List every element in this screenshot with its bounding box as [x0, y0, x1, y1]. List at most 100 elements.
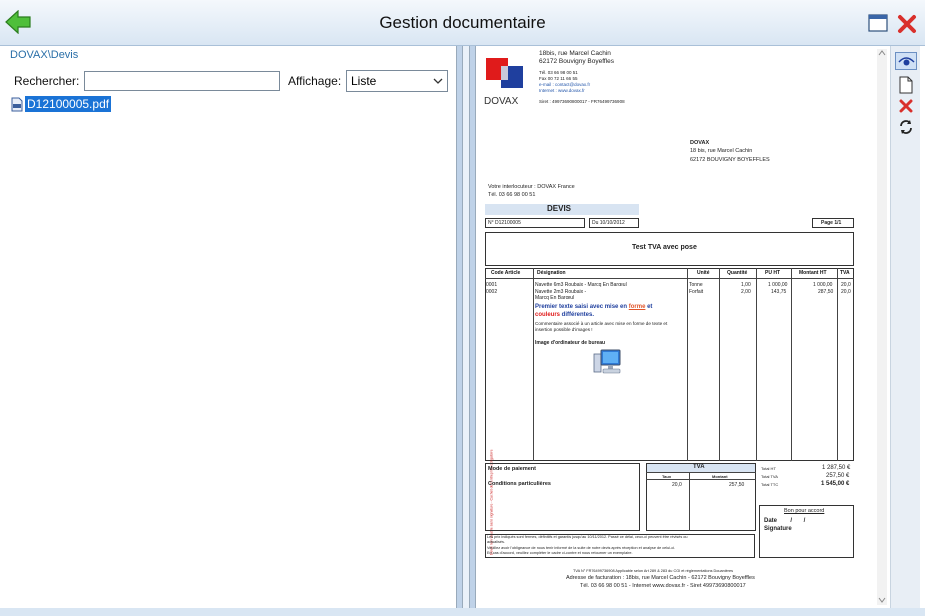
- note-line: actualisés.: [487, 540, 505, 544]
- agreement-date: Date / /: [764, 518, 806, 524]
- recipient-address2: 62172 BOUVIGNY BOYEFFLES: [690, 157, 770, 163]
- special-conditions: Conditions particulières: [488, 481, 551, 487]
- vertical-scrollbar[interactable]: [877, 49, 887, 605]
- table-col-rule: [687, 268, 688, 461]
- company-tel: Tél. 03 66 98 00 51: [539, 70, 578, 75]
- viewer-toolbar: [890, 46, 920, 608]
- delete-button[interactable]: [899, 99, 913, 113]
- tva-rate: 20,0: [672, 482, 682, 488]
- tva-col-rate: Taux: [662, 474, 672, 479]
- table-col-rule: [719, 268, 720, 461]
- tva-col-rule: [689, 472, 690, 531]
- total-tva-label: Total TVA: [761, 474, 778, 479]
- scroll-up-icon[interactable]: [878, 50, 886, 56]
- image-caption: Image d'ordinateur de bureau: [535, 340, 606, 346]
- row2-unit: Forfait: [689, 289, 704, 295]
- company-email: e-mail : contact@dovax.fr: [539, 82, 591, 87]
- contact-line1: Votre interlocuteur : DOVAX France: [488, 184, 575, 190]
- rich-text-forme: forme: [628, 304, 646, 310]
- title-bar: Gestion documentaire: [0, 0, 925, 46]
- row2-qty: 2,00: [741, 289, 751, 295]
- eye-icon: [898, 57, 915, 66]
- new-page-icon: [899, 76, 913, 94]
- rich-text-part2: et: [645, 304, 653, 310]
- agreement-title: Bon pour accord: [784, 508, 825, 514]
- view-select-value: Liste: [351, 74, 377, 88]
- delete-icon: [899, 99, 913, 113]
- rich-text-line2: couleurs différentes.: [535, 312, 594, 320]
- rich-text-couleurs: couleurs: [535, 312, 561, 318]
- row2-tva: 20,0: [841, 289, 851, 295]
- total-ttc-value: 1 545,00 €: [821, 481, 850, 487]
- row1-unit: Tonne: [689, 282, 703, 288]
- total-ht-value: 1 287,50 €: [822, 465, 851, 471]
- company-fax: Fax 00 72 11 66 55: [539, 76, 578, 81]
- col-designation: Désignation: [537, 270, 566, 276]
- chevron-down-icon: [433, 78, 443, 84]
- view-label: Affichage:: [288, 74, 342, 88]
- col-pu: PU HT: [765, 270, 780, 276]
- col-qty: Quantité: [727, 270, 748, 276]
- note-line: Les prix indiqués sont fermes, définitif…: [487, 535, 688, 539]
- scroll-down-icon[interactable]: [878, 597, 886, 603]
- table-header-rule: [485, 278, 854, 279]
- table-col-rule: [791, 268, 792, 461]
- file-name: D12100005.pdf: [25, 96, 112, 112]
- view-select[interactable]: Liste: [346, 70, 448, 92]
- contact-line2: Tél. 03 66 98 00 51: [488, 192, 536, 198]
- table-col-rule: [533, 268, 534, 461]
- refresh-icon: [900, 120, 912, 134]
- footer-line: Adresse de facturation : 18bis, rue Marc…: [566, 575, 755, 581]
- doc-number: N° D12100005: [488, 220, 521, 226]
- company-siret: Siret : 49973690800017 - FR76499736908: [539, 99, 625, 104]
- company-address1: 18bis, rue Marcel Cachin: [539, 50, 611, 57]
- search-label: Rechercher:: [14, 74, 80, 88]
- pdf-file-icon: [11, 97, 23, 112]
- file-browser-pane: DOVAX\Devis Rechercher: Affichage: Liste…: [2, 46, 454, 608]
- row1-pu: 1 000,00: [768, 282, 788, 288]
- row1-designation: Navette 6m3 Roubaix - Marcq En Barœul: [535, 282, 627, 288]
- doc-page: Page 1/1: [821, 220, 842, 226]
- tva-rule: [646, 472, 756, 473]
- col-code: Code Article: [491, 270, 521, 276]
- col-unit: Unité: [697, 270, 710, 276]
- new-document-button[interactable]: [898, 76, 914, 94]
- search-input[interactable]: [84, 71, 280, 91]
- company-logo: [485, 50, 525, 90]
- footer-line: TVA N° FR76499736908 Applicable selon Ar…: [573, 569, 733, 573]
- payment-mode: Mode de paiement: [488, 466, 536, 472]
- col-tva: TVA: [840, 270, 850, 276]
- tva-amount: 257,50: [729, 482, 745, 488]
- tva-title: TVA: [693, 464, 705, 470]
- recipient-name: DOVAX: [690, 140, 710, 146]
- row2-code: 0002: [486, 289, 498, 295]
- total-tva-value: 257,50 €: [826, 473, 850, 479]
- row2-amount: 287,50: [818, 289, 834, 295]
- close-icon: [898, 15, 916, 33]
- devis-heading: DEVIS: [547, 204, 572, 213]
- maximize-button[interactable]: [868, 14, 888, 32]
- row1-amount: 1 000,00: [813, 282, 833, 288]
- company-internet: Internet : www.dovax.fr: [539, 88, 585, 93]
- close-button[interactable]: [897, 14, 917, 34]
- row1-code: 0001: [486, 282, 498, 288]
- tva-rule: [646, 479, 756, 480]
- row2-designation-line2: Marcq En Barœul: [535, 295, 575, 301]
- refresh-button[interactable]: [898, 119, 914, 135]
- table-col-rule: [756, 268, 757, 461]
- pane-splitter[interactable]: [456, 46, 476, 608]
- rich-text-differentes: différentes.: [560, 312, 595, 318]
- breadcrumb[interactable]: DOVAX\Devis: [10, 49, 78, 61]
- doc-date: Du 10/10/2012: [592, 220, 625, 226]
- rich-text-part1: Premier texte saisi avec mise en: [535, 304, 629, 310]
- pdf-viewer: DOVAX 18bis, rue Marcel Cachin 62172 Bou…: [477, 46, 890, 608]
- desktop-computer-icon: [592, 348, 624, 376]
- rich-text-line1: Premier texte saisi avec mise en forme e…: [535, 304, 652, 312]
- maximize-icon: [868, 14, 888, 32]
- col-amount: Montant HT: [799, 270, 827, 276]
- table-col-rule: [837, 268, 838, 461]
- row2-pu: 143,75: [771, 289, 787, 295]
- window-bottom-border: [0, 608, 925, 616]
- preview-button[interactable]: [895, 52, 917, 70]
- note-line: En cas d'accord, veuillez compléter le c…: [487, 551, 633, 555]
